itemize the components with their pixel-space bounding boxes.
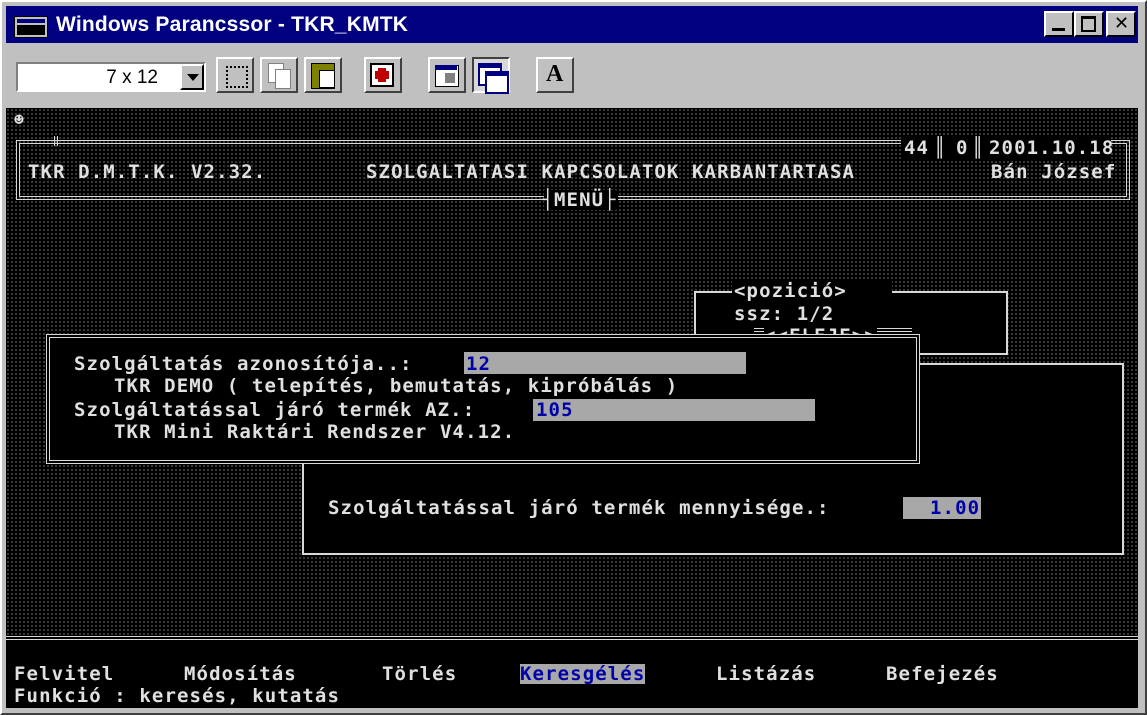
zero-indicator: 0 [956, 137, 969, 159]
fullscreen-button[interactable] [364, 57, 402, 93]
menu-item-keresgeles[interactable]: Keresgélés [520, 664, 646, 684]
product-id-input[interactable]: 105 [536, 400, 574, 420]
font-size-select[interactable]: 7 x 12 [16, 62, 206, 92]
mark-button[interactable] [216, 57, 254, 93]
close-button[interactable]: ✕ [1106, 11, 1136, 37]
service-id-input[interactable]: 12 [466, 354, 491, 374]
paste-button[interactable] [304, 57, 342, 93]
maximize-button[interactable] [1074, 11, 1104, 37]
quantity-label: Szolgáltatással járó termék mennyisége.: [328, 497, 830, 519]
separator-1: ║ [934, 137, 947, 159]
quantity-input[interactable]: 1.00 [930, 498, 980, 518]
menu-label-right: ├ [604, 189, 617, 211]
window-title: Windows Parancssor - TKR_KMTK [56, 13, 409, 36]
font-size-dropdown-button[interactable] [180, 64, 204, 90]
date: 2001.10.18 [989, 137, 1115, 159]
user-name: Bán József [991, 161, 1117, 183]
minimize-button[interactable] [1044, 11, 1074, 37]
font-size-value: 7 x 12 [106, 67, 158, 88]
menu-item-modositas[interactable]: Módosítás [184, 664, 297, 684]
menu-label: MENÜ [554, 189, 605, 211]
function-description: Funkció : keresés, kutatás [14, 685, 341, 707]
smiley-glyph: ☻ [14, 110, 25, 129]
close-icon: ✕ [1114, 13, 1130, 34]
menu-item-listazas[interactable]: Listázás [716, 664, 816, 684]
console-window-icon[interactable] [14, 16, 48, 38]
service-id-label: Szolgáltatás azonosítója..: [74, 353, 413, 375]
service-id-field-bg[interactable] [464, 352, 746, 374]
background-button[interactable] [472, 57, 510, 94]
separator-2: ║ [972, 137, 985, 159]
copy-button[interactable] [260, 57, 298, 93]
service-name: TKR DEMO ( telepítés, bemutatás, kipróbá… [114, 375, 679, 397]
text-cursor [982, 497, 985, 519]
maximize-icon [1081, 16, 1096, 32]
select-rect-icon [226, 66, 248, 88]
product-id-label: Szolgáltatással járó termék AZ.: [74, 399, 476, 421]
menu-item-befejezes[interactable]: Befejezés [886, 664, 999, 684]
product-name: TKR Mini Raktári Rendszer V4.12. [114, 421, 516, 443]
console-screen[interactable]: ☻ TKR D.M.T.K. V2.32. SZOLGALTATASI KAPC… [6, 108, 1138, 708]
toolbar: 7 x 12 A [6, 50, 1138, 100]
title-bar[interactable]: Windows Parancssor - TKR_KMTK ✕ [6, 6, 1138, 43]
program-version: TKR D.M.T.K. V2.32. [28, 161, 267, 183]
product-id-field-bg[interactable] [533, 399, 815, 421]
menu-item-felvitel[interactable]: Felvitel [14, 664, 114, 684]
minimize-icon [1052, 28, 1065, 31]
chevron-down-icon [187, 74, 199, 81]
menu-item-torles[interactable]: Törlés [382, 664, 457, 684]
menu-label-left: ┤ [542, 189, 555, 211]
header-divider [54, 136, 58, 146]
module-title: SZOLGALTATASI KAPCSOLATOK KARBANTARTASA [366, 161, 856, 183]
record-number: 44 [904, 137, 930, 159]
font-icon: A [546, 61, 564, 87]
font-button[interactable]: A [536, 57, 574, 93]
position-title: <pozició> [734, 280, 847, 302]
position-ssz: ssz: 1/2 [734, 303, 835, 325]
properties-button[interactable] [428, 57, 466, 93]
